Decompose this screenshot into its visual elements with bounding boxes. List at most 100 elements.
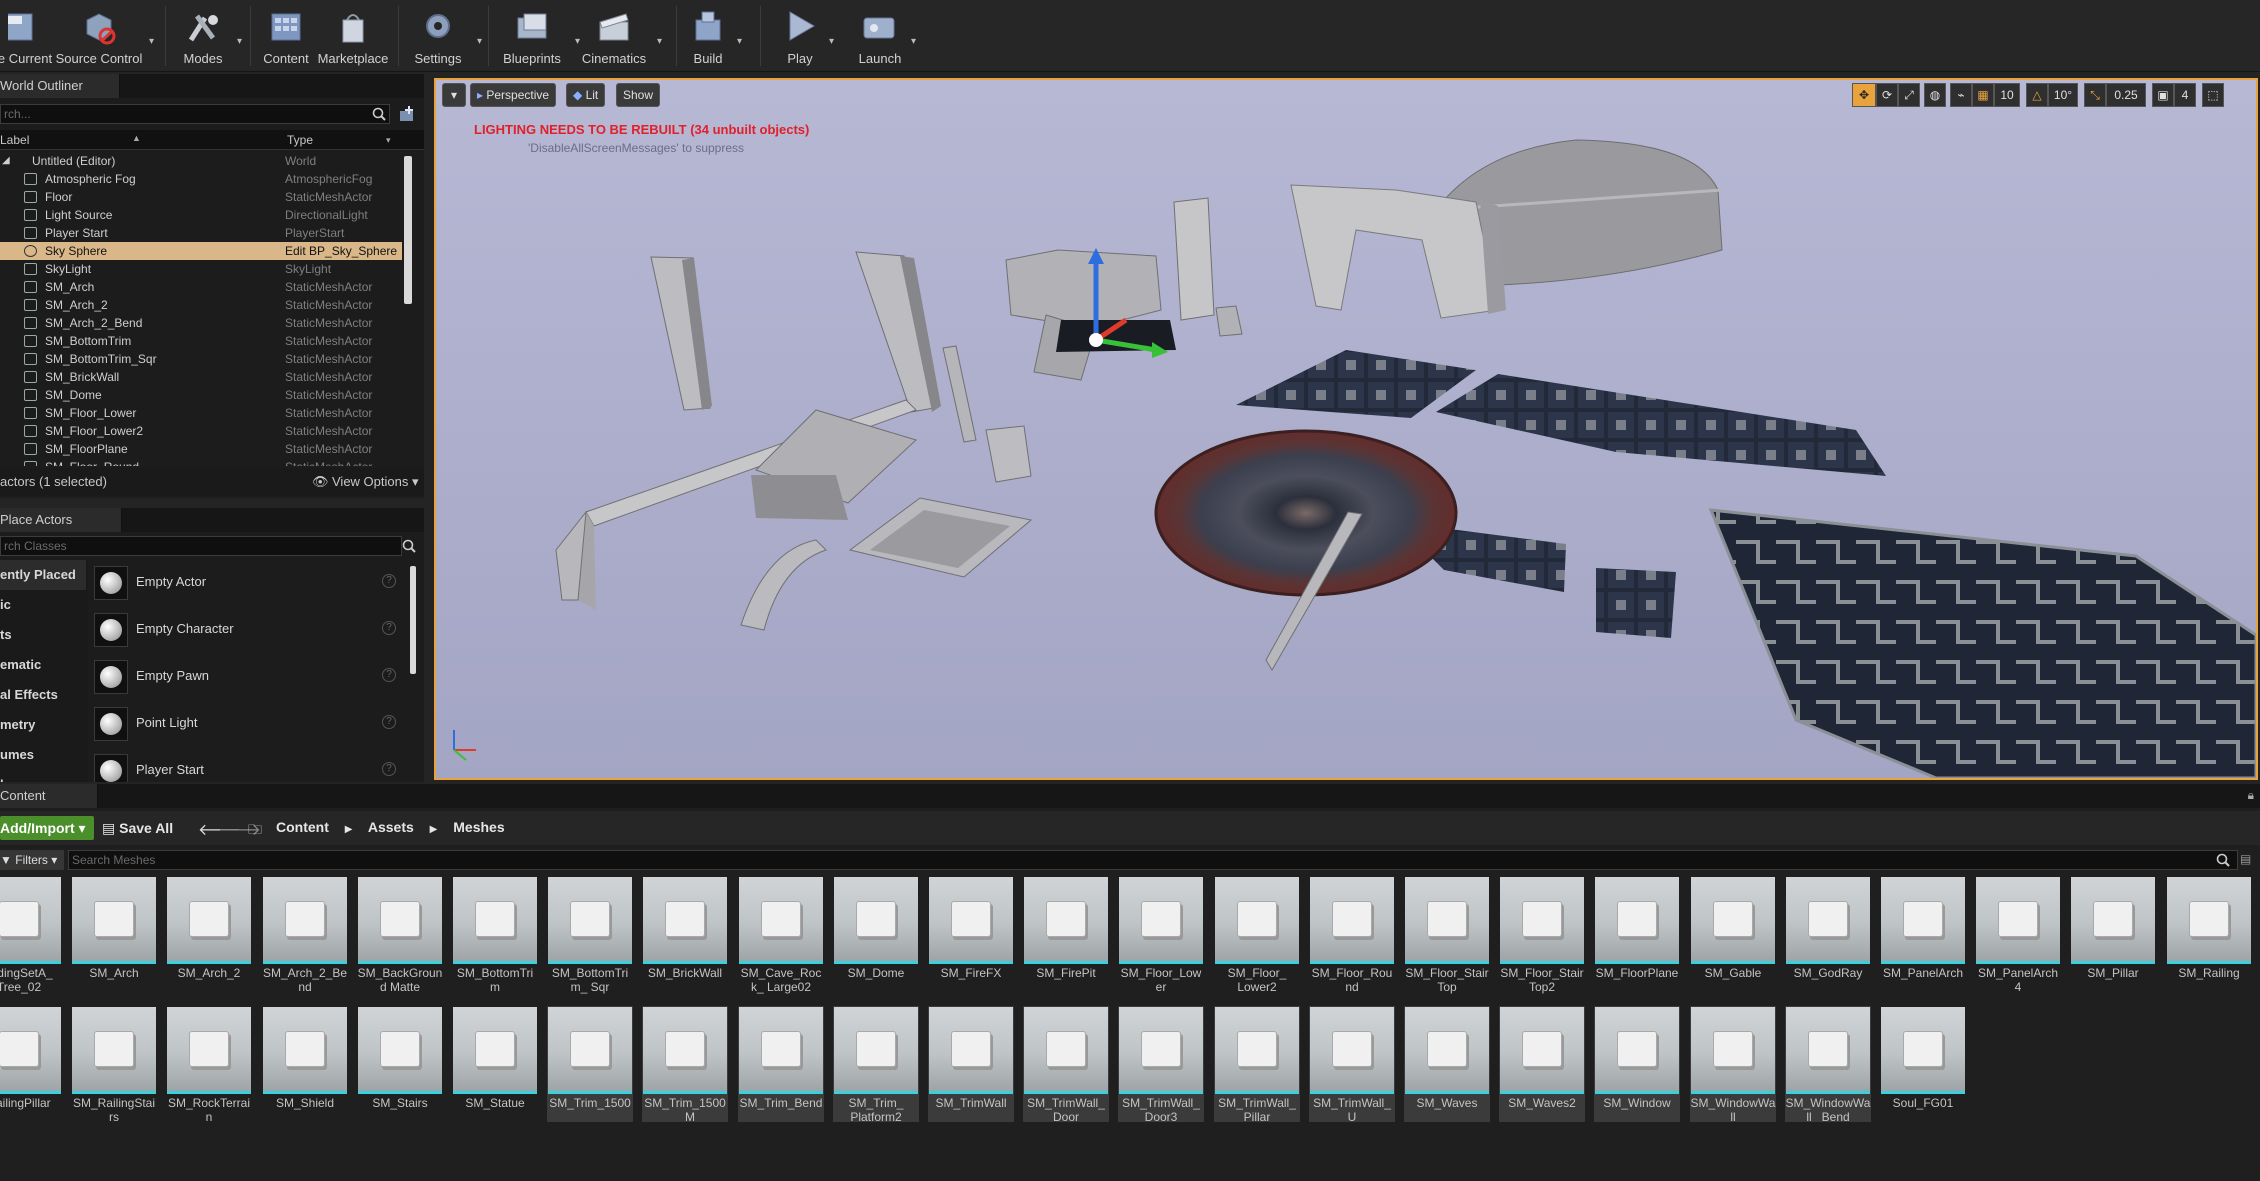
asset-tile[interactable]: SM_RailingStairs [71,1006,157,1122]
outliner-row[interactable]: SM_Arch_2 StaticMeshActor [0,296,402,314]
outliner-row[interactable]: SM_Floor_Lower2 StaticMeshActor [0,422,402,440]
outliner-row[interactable]: ◢ Untitled (Editor) World [0,152,402,170]
asset-tile[interactable]: SM_Trim_1500_ M [642,1006,728,1122]
asset-tile[interactable]: SM_Gable [1690,876,1776,1002]
asset-tile[interactable]: SM_TrimWall_ Door3 [1118,1006,1204,1122]
outliner-row[interactable]: SM_Dome StaticMeshActor [0,386,402,404]
asset-tile[interactable]: SM_Trim_1500 [547,1006,633,1122]
outliner-row[interactable]: Floor StaticMeshActor [0,188,402,206]
maximize-viewport-icon[interactable]: ⬚ [2202,83,2224,107]
asset-tile[interactable]: SM_FireFX [928,876,1014,1002]
outliner-row[interactable]: SM_Floor_Lower StaticMeshActor [0,404,402,422]
actor-item[interactable]: Empty Pawn? [90,654,410,701]
marketplace-button[interactable]: Marketplace [318,6,388,66]
asset-tile[interactable]: SM_Floor_Lower [1118,876,1204,1002]
asset-tile[interactable]: SM_Cave_Rock_ Large02 [738,876,824,1002]
tab-content-browser[interactable]: Content Browser [0,784,98,827]
column-type[interactable]: Type [287,130,313,150]
settings-button[interactable]: Settings ▾ [408,6,482,66]
actor-item[interactable]: Empty Actor? [90,560,410,607]
asset-tile[interactable]: SM_Waves2 [1499,1006,1585,1122]
translate-mode-icon[interactable]: ✥ [1852,83,1876,107]
breadcrumb-assets[interactable]: Assets [368,819,414,835]
modes-button[interactable]: Modes ▾ [178,6,242,66]
outliner-row[interactable]: SM_FloorPlane StaticMeshActor [0,440,402,458]
outliner-row[interactable]: SM_BottomTrim_Sqr StaticMeshActor [0,350,402,368]
outliner-row-selected[interactable]: Sky Sphere Edit BP_Sky_Sphere [0,242,402,260]
asset-tile[interactable]: SM_TrimWall_U [1309,1006,1395,1122]
asset-tile[interactable]: SM_Statue [452,1006,538,1122]
grid-snap-icon[interactable]: ▦ [1972,83,1994,107]
chevron-down-icon[interactable]: ▾ [477,36,482,47]
asset-tile[interactable]: SM_Floor_Round [1309,876,1395,1002]
asset-tile[interactable]: SM_Trim_ Platform2 [833,1006,919,1122]
asset-tile[interactable]: SM_Pillar [2070,876,2156,1002]
asset-tile[interactable]: SM_RockTerrain [166,1006,252,1122]
outliner-scrollbar[interactable] [404,156,412,304]
asset-tile[interactable]: SM_FloorPlane [1594,876,1680,1002]
actor-item[interactable]: Player Start? [90,748,410,782]
scale-snap-value[interactable]: 0.25 [2106,83,2146,107]
add-folder-icon[interactable] [398,105,416,123]
outliner-row[interactable]: SM_Floor_Round StaticMeshActor [0,458,402,466]
outliner-row[interactable]: SM_Arch_2_Bend StaticMeshActor [0,314,402,332]
outliner-row[interactable]: SM_Arch StaticMeshActor [0,278,402,296]
asset-tile[interactable]: SM_Floor_Stair Top [1404,876,1490,1002]
outliner-row[interactable]: Atmospheric Fog AtmosphericFog [0,170,402,188]
camera-speed-value[interactable]: 4 [2174,83,2196,107]
outliner-row[interactable]: SkyLight SkyLight [0,260,402,278]
rotation-snap-value[interactable]: 10° [2048,83,2078,107]
help-icon[interactable]: ? [382,574,396,588]
grid-snap-value[interactable]: 10 [1994,83,2020,107]
cinematics-button[interactable]: Cinematics ▾ [580,6,662,66]
asset-tile[interactable]: SM_Waves [1404,1006,1490,1122]
asset-tile[interactable]: SM_TrimWall_ Pillar [1214,1006,1300,1122]
scale-snap-icon[interactable]: ⤡ [2084,83,2106,107]
chevron-down-icon[interactable]: ▾ [829,36,834,47]
chevron-down-icon[interactable]: ▾ [386,130,391,150]
save-all-button[interactable]: ▤ Save All [102,816,173,840]
actor-item[interactable]: Empty Character? [90,607,410,654]
asset-tile[interactable]: SM_BrickWall [642,876,728,1002]
perspective-button[interactable]: ▸ Perspective [470,83,557,107]
asset-tile[interactable]: SM_Window [1594,1006,1680,1122]
source-control-button[interactable]: Source Control ▾ [56,6,154,66]
save-current-button[interactable]: e Current [0,6,52,66]
world-space-icon[interactable]: ◍ [1924,83,1946,107]
scale-mode-icon[interactable]: ⤢ [1898,83,1920,107]
rotate-mode-icon[interactable]: ⟳ [1876,83,1898,107]
asset-tile[interactable]: Soul_FG01 [1880,1006,1966,1122]
breadcrumb-meshes[interactable]: Meshes [453,819,504,835]
asset-tile[interactable]: SM_BottomTrim [452,876,538,1002]
chevron-down-icon[interactable]: ▾ [737,36,742,47]
asset-tile[interactable]: SM_TrimWall_ Door [1023,1006,1109,1122]
lit-button[interactable]: ◆ Lit [566,83,606,107]
place-actors-scrollbar[interactable] [410,566,416,674]
asset-tile[interactable]: SM_Stairs [357,1006,443,1122]
columns-icon[interactable]: ▤ [2240,852,2251,866]
asset-tile[interactable]: SM_GodRay [1785,876,1871,1002]
asset-tile[interactable]: SM_BackGround Matte [357,876,443,1002]
actor-item[interactable]: Point Light? [90,701,410,748]
add-import-button[interactable]: Add/Import ▾ [0,816,94,840]
breadcrumb-content[interactable]: Content [276,819,329,835]
outliner-row[interactable]: Player Start PlayerStart [0,224,402,242]
asset-tile[interactable]: SM_Arch_2_Bend [262,876,348,1002]
tab-place-actors[interactable]: Place Actors [0,508,122,532]
row-type[interactable]: Edit BP_Sky_Sphere [285,242,397,260]
chevron-down-icon[interactable]: ▾ [911,36,916,47]
filters-button[interactable]: ▼ Filters ▾ [0,850,64,870]
help-icon[interactable]: ? [382,715,396,729]
rotation-snap-icon[interactable]: △ [2026,83,2048,107]
asset-tile[interactable]: SM_PanelArch4 [1975,876,2061,1002]
view-options-button[interactable]: View Options ▾ [332,468,419,496]
asset-search-input[interactable]: Search Meshes [68,850,2238,870]
place-actors-search-input[interactable]: rch Classes [0,536,402,556]
asset-tile[interactable]: SM_WindowWall [1690,1006,1776,1122]
tab-world-outliner[interactable]: World Outliner [0,74,120,98]
asset-tile[interactable]: SM_Railing [2166,876,2252,1002]
viewport-options-button[interactable]: ▾ [442,83,466,107]
asset-tile[interactable]: SM_Arch_2 [166,876,252,1002]
help-icon[interactable]: ? [382,668,396,682]
lock-icon[interactable]: 🔒︎ [2248,788,2254,803]
